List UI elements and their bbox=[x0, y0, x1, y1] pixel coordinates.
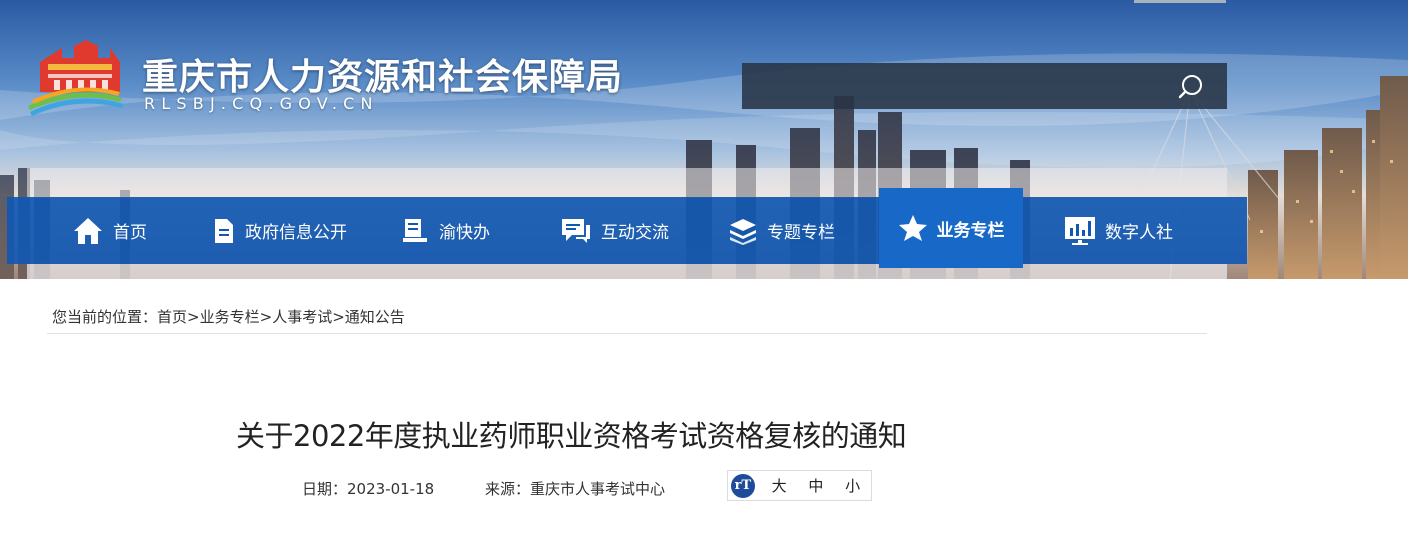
nav-item-digital-hrss[interactable]: 数字人社 bbox=[1064, 197, 1173, 264]
nav-item-label: 数字人社 bbox=[1105, 223, 1173, 243]
layers-icon bbox=[728, 217, 758, 245]
breadcrumb-link-notices[interactable]: 通知公告 bbox=[345, 308, 405, 326]
nav-item-label: 渝快办 bbox=[439, 223, 490, 243]
chat-icon bbox=[560, 217, 592, 245]
font-size-small-button[interactable]: 小 bbox=[834, 475, 871, 496]
government-building-logo[interactable] bbox=[26, 40, 128, 120]
nav-item-yukuaiban[interactable]: 渝快办 bbox=[402, 197, 490, 264]
breadcrumb-prefix: 您当前的位置： bbox=[52, 308, 158, 326]
site-title[interactable]: 重庆市人力资源和社会保障局 bbox=[142, 48, 623, 100]
breadcrumb-separator: > bbox=[259, 308, 273, 326]
top-utility-tab[interactable] bbox=[1134, 0, 1226, 3]
chart-icon bbox=[1064, 216, 1096, 246]
star-icon bbox=[898, 214, 928, 242]
breadcrumb-link-home[interactable]: 首页 bbox=[157, 308, 187, 326]
font-size-switcher: rT 大 中 小 bbox=[727, 470, 872, 501]
font-size-large-button[interactable]: 大 bbox=[761, 475, 798, 496]
font-size-icon: rT bbox=[731, 473, 755, 498]
breadcrumb-separator: > bbox=[187, 308, 200, 326]
nav-item-gov-info[interactable]: 政府信息公开 bbox=[212, 197, 347, 264]
nav-top-strip bbox=[27, 168, 1227, 198]
home-icon bbox=[72, 216, 104, 246]
nav-item-label: 政府信息公开 bbox=[245, 223, 347, 243]
search-icon[interactable] bbox=[1172, 70, 1212, 104]
nav-item-interaction[interactable]: 互动交流 bbox=[560, 197, 669, 264]
nav-item-home[interactable]: 首页 bbox=[72, 197, 147, 264]
search-input[interactable] bbox=[742, 63, 1172, 109]
article-title: 关于2022年度执业药师职业资格考试资格复核的通知 bbox=[236, 419, 907, 453]
breadcrumb-link-exams[interactable]: 人事考试 bbox=[272, 308, 332, 326]
nav-item-business[interactable]: 业务专栏 bbox=[879, 188, 1023, 268]
breadcrumb-link-business[interactable]: 业务专栏 bbox=[200, 308, 260, 326]
nav-item-label: 专题专栏 bbox=[767, 223, 835, 243]
nav-item-special-topics[interactable]: 专题专栏 bbox=[728, 197, 835, 264]
search-box bbox=[742, 63, 1227, 109]
site-domain: RLSBJ.CQ.GOV.CN bbox=[144, 94, 379, 113]
breadcrumb: 您当前的位置：首页>业务专栏>人事考试>通知公告 bbox=[52, 306, 405, 327]
nav-bottom-strip bbox=[27, 264, 1227, 279]
breadcrumb-divider bbox=[47, 333, 1207, 334]
nav-item-label: 业务专栏 bbox=[936, 220, 1005, 241]
document-icon bbox=[212, 218, 236, 244]
service-icon bbox=[402, 217, 430, 245]
font-size-medium-button[interactable]: 中 bbox=[798, 475, 835, 496]
article-date: 日期：2023-01-18 bbox=[302, 480, 435, 498]
article-source: 来源：重庆市人事考试中心 bbox=[485, 480, 666, 498]
nav-item-label: 首页 bbox=[113, 223, 147, 243]
breadcrumb-separator: > bbox=[332, 308, 345, 326]
nav-item-label: 互动交流 bbox=[601, 223, 669, 243]
